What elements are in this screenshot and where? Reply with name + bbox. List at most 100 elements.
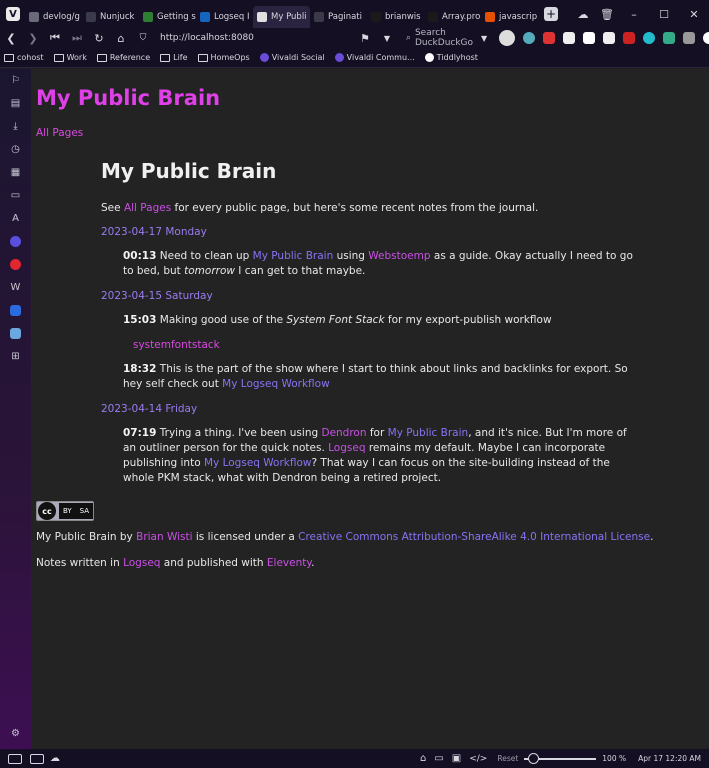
all-pages-link[interactable]: All Pages (124, 202, 171, 214)
add-web-panel-icon[interactable]: ⊞ (0, 345, 31, 368)
downloads-icon[interactable]: ⤓ (0, 115, 31, 138)
reading-list-icon[interactable]: ▤ (0, 92, 31, 115)
forward-icon[interactable]: ❯ (22, 32, 44, 45)
tab-4[interactable]: My Publi (253, 6, 310, 28)
license-link[interactable]: Creative Commons Attribution-ShareAlike … (298, 531, 650, 543)
vivaldi-panel-icon[interactable] (0, 253, 31, 276)
minimize-button[interactable]: – (619, 8, 649, 21)
sync-status-icon[interactable]: ☁ (50, 753, 60, 764)
capture-icon[interactable]: ⌂ (420, 753, 426, 764)
journal-date-link[interactable]: 2023-04-17 Monday (101, 225, 641, 239)
new-tab-button[interactable]: + (544, 7, 558, 21)
tab-7[interactable]: Array.pro (424, 6, 481, 28)
eleventy-link[interactable]: Eleventy (267, 557, 311, 569)
back-icon[interactable]: ❮ (0, 32, 22, 45)
journal-date-link[interactable]: 2023-04-15 Saturday (101, 289, 641, 303)
page-link[interactable]: Webstoemp (368, 250, 430, 262)
mastodon-icon[interactable] (0, 230, 31, 253)
fast-forward-icon[interactable]: ⏭ (66, 31, 88, 45)
page-link[interactable]: My Logseq Workflow (204, 457, 312, 469)
page-link[interactable]: My Public Brain (253, 250, 334, 262)
maximize-button[interactable]: ☐ (649, 8, 679, 21)
journal-date-link[interactable]: 2023-04-14 Friday (101, 402, 641, 416)
bookmark-1[interactable]: Work (53, 53, 87, 62)
search-field[interactable]: ⌕ Search DuckDuckGo (406, 28, 473, 48)
author-link[interactable]: Brian Wisti (136, 531, 192, 543)
image-toggle-icon[interactable]: ▣ (452, 753, 461, 764)
vivaldi-menu-icon[interactable]: V (6, 7, 20, 21)
footer: cc BY SA My Public Brain by Brian Wisti … (36, 501, 676, 570)
profile-avatar[interactable] (499, 30, 516, 46)
tab-5[interactable]: Paginati (310, 6, 367, 28)
tab-3[interactable]: Logseq I (196, 6, 253, 28)
tab-label: Array.pro (442, 12, 481, 22)
entry-text: I can get to that maybe. (234, 265, 366, 277)
extension-7-icon[interactable] (643, 32, 656, 44)
bookmark-label: cohost (17, 53, 44, 62)
bookmark-page-icon[interactable]: ⚑ (354, 32, 376, 45)
extension-10-icon[interactable] (703, 32, 709, 44)
entry-time: 07:19 (123, 427, 157, 439)
extension-6-icon[interactable] (623, 32, 636, 44)
site-info-icon[interactable]: ⛉ (132, 33, 154, 43)
bookmark-0[interactable]: cohost (4, 53, 44, 62)
page-actions-icon[interactable]: </> (469, 754, 487, 764)
tab-favicon-icon (29, 12, 39, 22)
home-icon[interactable]: ⌂ (110, 32, 132, 45)
trash-icon[interactable]: 🗑 (595, 8, 619, 21)
zoom-reset-button[interactable]: Reset (497, 754, 518, 763)
page-link[interactable]: Dendron (321, 427, 366, 439)
web-panel-1-icon[interactable] (0, 299, 31, 322)
tab-6[interactable]: brianwis (367, 6, 424, 28)
tab-0[interactable]: devlog/g (25, 6, 82, 28)
close-window-button[interactable]: ✕ (679, 8, 709, 21)
window-tiling-icon[interactable] (30, 753, 44, 764)
translate-icon[interactable]: A (0, 207, 31, 230)
page-link[interactable]: My Logseq Workflow (222, 378, 330, 390)
web-panel-2-icon[interactable] (0, 322, 31, 345)
history-dropdown-icon[interactable]: ▼ (376, 34, 398, 43)
extension-2-icon[interactable] (543, 32, 556, 44)
all-pages-nav-link[interactable]: All Pages (36, 127, 83, 139)
site-title[interactable]: My Public Brain (36, 86, 220, 110)
bookmark-7[interactable]: Tiddlyhost (424, 53, 478, 62)
bookmark-4[interactable]: HomeOps (197, 53, 250, 62)
tiling-icon[interactable]: ▭ (434, 753, 443, 764)
rewind-icon[interactable]: ⏮ (44, 31, 66, 45)
page-link[interactable]: Logseq (328, 442, 365, 454)
tab-8[interactable]: javascrip (481, 6, 538, 28)
zoom-slider[interactable] (524, 752, 597, 764)
window-panel-icon[interactable]: ▭ (0, 184, 31, 207)
panel-toggle-icon[interactable] (8, 753, 22, 764)
extension-4-icon[interactable] (583, 32, 596, 44)
bookmark-6[interactable]: Vivaldi Commu... (334, 53, 415, 62)
sync-cloud-icon[interactable]: ☁ (571, 8, 595, 21)
history-icon[interactable]: ◷ (0, 138, 31, 161)
extension-1-icon[interactable] (523, 32, 536, 44)
extension-9-icon[interactable] (683, 32, 696, 44)
logseq-link[interactable]: Logseq (123, 557, 160, 569)
bookmark-2[interactable]: Reference (96, 53, 150, 62)
search-engine-dropdown-icon[interactable]: ▼ (473, 34, 495, 43)
notes-icon[interactable]: ▦ (0, 161, 31, 184)
tab-label: Paginati (328, 12, 362, 22)
settings-gear-icon[interactable]: ⚙ (0, 722, 31, 745)
bookmark-label: Tiddlyhost (436, 53, 478, 62)
cc-license-badge[interactable]: cc BY SA (36, 501, 94, 521)
extension-3-icon[interactable] (563, 32, 576, 44)
address-bar: ❮ ❯ ⏮ ⏭ ↻ ⌂ ⛉ http://localhost:8080 ⚑ ▼ … (0, 28, 709, 48)
url-field[interactable]: http://localhost:8080 (156, 30, 254, 46)
wikipedia-icon[interactable]: W (0, 276, 31, 299)
bookmark-3[interactable]: Life (160, 53, 188, 62)
tab-2[interactable]: Getting s (139, 6, 196, 28)
bookmarks-panel-icon[interactable]: ⚐ (0, 69, 31, 92)
extension-5-icon[interactable] (603, 32, 616, 44)
reload-icon[interactable]: ↻ (88, 32, 110, 45)
page-link[interactable]: My Public Brain (388, 427, 469, 439)
tag-link[interactable]: systemfontstack (133, 338, 641, 352)
extension-8-icon[interactable] (663, 32, 676, 44)
tab-1[interactable]: Nunjuck (82, 6, 139, 28)
journal-entry: 18:32 This is the part of the show where… (123, 362, 641, 392)
bookmark-5[interactable]: Vivaldi Social (259, 53, 325, 62)
zoom-slider-knob[interactable] (528, 752, 540, 764)
